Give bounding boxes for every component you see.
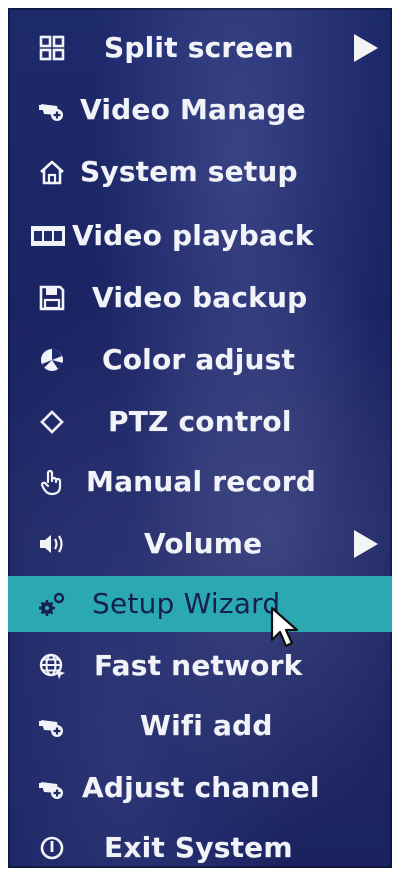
menu-item-video-manage[interactable]: Video Manage <box>8 82 392 138</box>
submenu-arrow-icon <box>354 530 378 558</box>
split-screen-grid-icon <box>38 34 66 62</box>
film-strip-icon <box>30 222 66 250</box>
menu-item-label: Volume <box>144 527 263 560</box>
menu-item-label: Color adjust <box>102 343 296 376</box>
menu-item-video-playback[interactable]: Video playback <box>8 208 392 264</box>
menu-item-label: Adjust channel <box>82 771 320 804</box>
home-icon <box>38 158 66 186</box>
menu-item-label: PTZ control <box>108 405 292 438</box>
camera-plus-icon <box>38 712 66 740</box>
submenu-arrow-icon <box>354 34 378 62</box>
menu-item-label: Wifi add <box>140 709 273 742</box>
menu-item-adjust-channel[interactable]: Adjust channel <box>8 760 392 816</box>
menu-item-video-backup[interactable]: Video backup <box>8 270 392 326</box>
hand-pointer-icon <box>38 468 66 496</box>
menu-item-setup-wizard[interactable]: Setup Wizard <box>8 576 392 632</box>
menu-item-volume[interactable]: Volume <box>8 516 392 572</box>
globe-network-icon <box>38 652 66 680</box>
menu-item-fast-network[interactable]: Fast network <box>8 638 392 694</box>
menu-item-label: Fast network <box>94 649 303 682</box>
color-palette-icon <box>38 346 66 374</box>
dvr-screen: Split screen Video Manage System setup V… <box>0 0 398 873</box>
menu-item-label: Setup Wizard <box>92 587 281 620</box>
gears-icon <box>38 590 66 618</box>
menu-item-exit-system[interactable]: Exit System <box>8 820 392 873</box>
menu-item-label: Video playback <box>72 219 314 252</box>
mouse-cursor-icon <box>270 606 299 648</box>
menu-item-label: Video backup <box>92 281 308 314</box>
speaker-icon <box>38 530 66 558</box>
menu-item-system-setup[interactable]: System setup <box>8 144 392 200</box>
menu-item-wifi-add[interactable]: Wifi add <box>8 698 392 754</box>
menu-item-label: Video Manage <box>80 93 306 126</box>
main-menu: Split screen Video Manage System setup V… <box>8 8 392 868</box>
camera-plus-icon <box>38 774 66 802</box>
floppy-disk-icon <box>38 284 66 312</box>
menu-item-ptz-control[interactable]: PTZ control <box>8 394 392 450</box>
menu-item-label: Split screen <box>104 31 294 64</box>
menu-item-color-adjust[interactable]: Color adjust <box>8 332 392 388</box>
menu-item-label: Manual record <box>86 465 316 498</box>
menu-item-label: System setup <box>80 155 298 188</box>
camera-plus-icon <box>38 96 66 124</box>
diamond-icon <box>38 408 66 436</box>
power-icon <box>38 834 66 862</box>
menu-item-manual-record[interactable]: Manual record <box>8 454 392 510</box>
menu-item-split-screen[interactable]: Split screen <box>8 20 392 76</box>
menu-item-label: Exit System <box>104 831 293 864</box>
